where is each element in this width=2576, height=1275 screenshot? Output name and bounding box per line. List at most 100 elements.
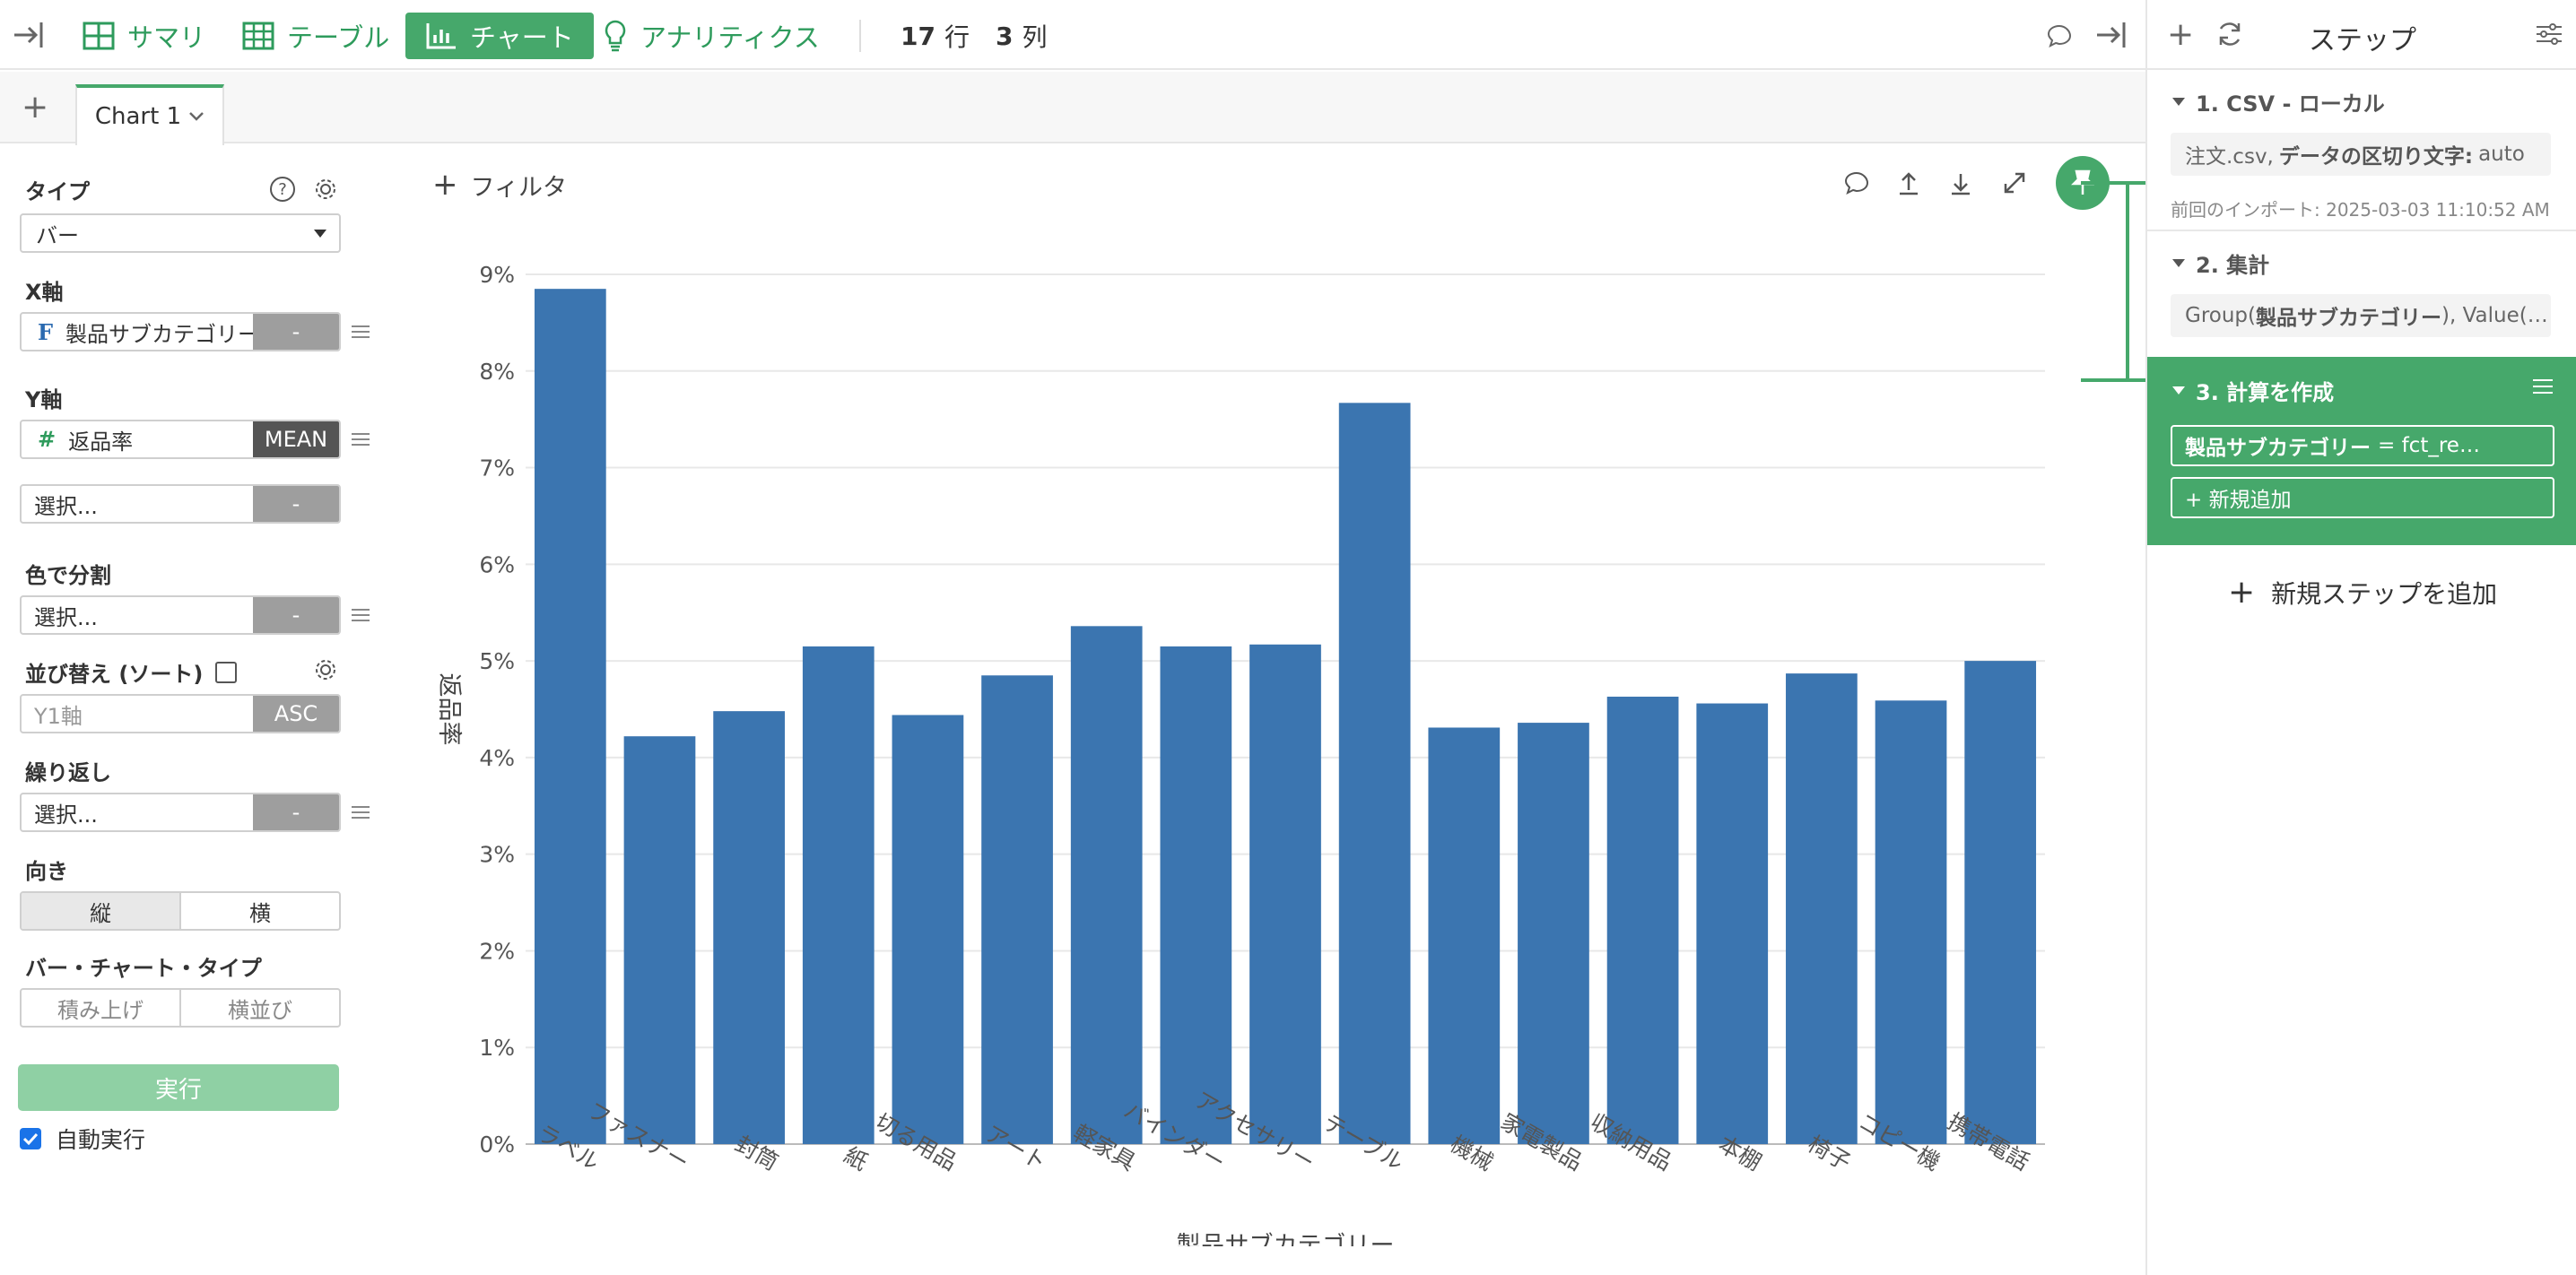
step-3-formula[interactable]: 製品サブカテゴリー = fct_re… bbox=[2171, 425, 2554, 466]
y-axis-aggregation[interactable]: MEAN bbox=[253, 421, 339, 457]
color-split-placeholder: 選択... bbox=[34, 604, 98, 630]
chevron-down-icon[interactable] bbox=[188, 111, 205, 122]
y-tick-label: 7% bbox=[479, 455, 515, 481]
bar bbox=[623, 736, 696, 1144]
x-tick-label: 紙 bbox=[840, 1142, 872, 1176]
number-type-icon: # bbox=[38, 427, 57, 452]
add-step-label: 新規ステップを追加 bbox=[2271, 578, 2498, 609]
filter-label: フィルタ bbox=[470, 173, 567, 202]
add-chart-tab-button[interactable]: + bbox=[22, 91, 48, 124]
auto-run-checkbox[interactable] bbox=[20, 1128, 41, 1149]
add-filter-button[interactable]: + フィルタ bbox=[432, 167, 567, 203]
step-2-detail[interactable]: Group(製品サブカテゴリー), Value(… bbox=[2171, 294, 2551, 337]
lightbulb-icon bbox=[605, 20, 626, 52]
x-axis-field-value: 製品サブカテゴリー bbox=[65, 321, 253, 347]
comment-icon[interactable] bbox=[2047, 23, 2072, 52]
y-axis-field[interactable]: # 返品率 MEAN bbox=[20, 420, 341, 459]
bar bbox=[981, 675, 1053, 1144]
step-1-last-import: 前回のインポート: 2025-03-03 11:10:52 AM bbox=[2171, 199, 2550, 221]
repeat-aggregation[interactable]: - bbox=[253, 794, 339, 830]
y2-axis-aggregation[interactable]: - bbox=[253, 486, 339, 522]
download-icon[interactable] bbox=[1948, 170, 1973, 199]
step-3-active[interactable]: 3. 計算を作成 製品サブカテゴリー = fct_re… + 新規追加 bbox=[2147, 357, 2576, 545]
color-split-aggregation[interactable]: - bbox=[253, 597, 339, 633]
settings-sliders-icon[interactable] bbox=[2535, 20, 2563, 52]
row-count: 17 行 bbox=[901, 21, 970, 53]
expand-icon[interactable] bbox=[2002, 170, 2027, 199]
drag-handle-icon[interactable] bbox=[352, 432, 370, 447]
step-3-title[interactable]: 3. 計算を作成 bbox=[2172, 375, 2334, 406]
y2-axis-field[interactable]: 選択... - bbox=[20, 484, 341, 524]
bar bbox=[713, 711, 785, 1144]
sort-field[interactable]: Y1軸 ASC bbox=[20, 694, 341, 733]
y-axis-field-value: 返品率 bbox=[68, 429, 134, 455]
step-1-detail[interactable]: 注文.csv, データの区切り文字: auto bbox=[2171, 133, 2551, 176]
top-toolbar: サマリ テーブル チャート アナリティクス 17 行 3列 bbox=[0, 0, 2145, 70]
bar bbox=[1338, 403, 1411, 1144]
y-tick-label: 2% bbox=[479, 938, 515, 964]
bar bbox=[802, 646, 875, 1144]
bar-chart: 0%1%2%3%4%5%6%7%8%9%ラベルファスナー 封筒 紙切る用品 アート 軽家… bbox=[435, 262, 2045, 1246]
repeat-placeholder: 選択... bbox=[34, 802, 98, 828]
steps-title: ステップ bbox=[2309, 25, 2416, 56]
gear-icon[interactable] bbox=[312, 656, 339, 687]
bar bbox=[1875, 700, 1947, 1144]
orientation-vertical[interactable]: 縦 bbox=[22, 893, 179, 929]
collapse-left-icon[interactable] bbox=[11, 18, 47, 56]
bar bbox=[892, 715, 964, 1144]
step-3-add-new-button[interactable]: + 新規追加 bbox=[2171, 477, 2554, 518]
collapse-right-icon[interactable] bbox=[2093, 18, 2129, 56]
check-icon bbox=[22, 1132, 39, 1145]
svg-text:?: ? bbox=[278, 180, 287, 199]
y-tick-label: 4% bbox=[479, 745, 515, 771]
x-axis-aggregation[interactable]: - bbox=[253, 314, 339, 350]
drag-handle-icon[interactable] bbox=[352, 608, 370, 622]
repeat-field[interactable]: 選択... - bbox=[20, 793, 341, 832]
step-2-title[interactable]: 2. 集計 bbox=[2172, 247, 2269, 279]
bar-type-stacked[interactable]: 積み上げ bbox=[22, 990, 179, 1026]
comment-icon[interactable] bbox=[1844, 170, 1869, 199]
orientation-horizontal[interactable]: 横 bbox=[179, 893, 339, 929]
y-tick-label: 5% bbox=[479, 648, 515, 674]
help-icon[interactable]: ? bbox=[269, 176, 296, 206]
tab-analytics[interactable]: アナリティクス bbox=[603, 13, 820, 59]
type-label: タイプ bbox=[25, 179, 90, 204]
y-tick-label: 9% bbox=[479, 262, 515, 288]
color-split-label: 色で分割 bbox=[25, 563, 111, 588]
bar bbox=[534, 289, 606, 1145]
bar bbox=[1606, 696, 1679, 1144]
y-axis-label: Y軸 bbox=[25, 387, 63, 412]
caret-down-icon bbox=[2172, 386, 2185, 395]
table-icon bbox=[242, 22, 274, 50]
bar bbox=[1249, 644, 1321, 1144]
bar-type-side-by-side[interactable]: 横並び bbox=[179, 990, 339, 1026]
tab-table[interactable]: テーブル bbox=[242, 13, 389, 59]
auto-run-option[interactable]: 自動実行 bbox=[20, 1123, 145, 1155]
menu-icon[interactable] bbox=[2533, 378, 2553, 395]
add-step-button[interactable]: + 新規ステップを追加 bbox=[2228, 574, 2497, 611]
tab-table-label: テーブル bbox=[287, 22, 390, 53]
bar bbox=[1160, 646, 1232, 1144]
tab-chart[interactable]: チャート bbox=[405, 13, 594, 59]
steps-panel: + ステップ 1. CSV - ローカル 注文.csv, データの区切り文字: au… bbox=[2145, 0, 2576, 1275]
y-tick-label: 1% bbox=[479, 1035, 515, 1061]
drag-handle-icon[interactable] bbox=[352, 325, 370, 339]
x-axis-field[interactable]: F 製品サブカテゴリー - bbox=[20, 312, 341, 351]
chart-type-select[interactable]: バー bbox=[20, 213, 341, 253]
tab-chart-1[interactable]: Chart 1 bbox=[75, 84, 224, 145]
drag-handle-icon[interactable] bbox=[352, 805, 370, 820]
gear-icon[interactable] bbox=[312, 176, 339, 206]
bar-type-label: バー・チャート・タイプ bbox=[25, 956, 262, 981]
y-tick-label: 8% bbox=[479, 359, 515, 385]
run-button[interactable]: 実行 bbox=[18, 1064, 339, 1111]
factor-type-icon: F bbox=[38, 318, 54, 345]
sort-checkbox[interactable] bbox=[215, 661, 238, 683]
sort-order[interactable]: ASC bbox=[253, 696, 339, 732]
column-count: 3列 bbox=[996, 21, 1048, 53]
tab-summary-label: サマリ bbox=[127, 22, 206, 53]
step-1-title[interactable]: 1. CSV - ローカル bbox=[2172, 86, 2385, 117]
sort-placeholder: Y1軸 bbox=[34, 703, 83, 729]
color-split-field[interactable]: 選択... - bbox=[20, 595, 341, 635]
upload-icon[interactable] bbox=[1896, 170, 1921, 199]
tab-summary[interactable]: サマリ bbox=[83, 13, 205, 59]
